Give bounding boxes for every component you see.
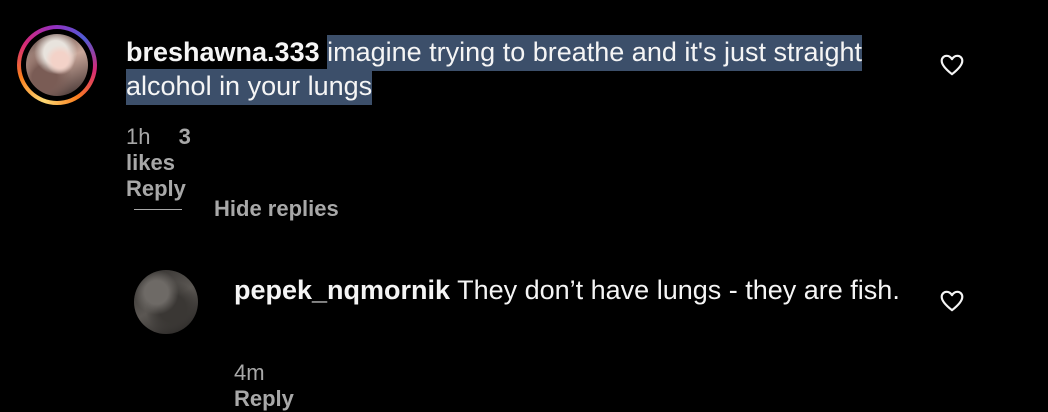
comment-timestamp: 1h (126, 124, 151, 149)
reply-username[interactable]: pepek_nqmornik (234, 275, 450, 305)
reply-reply-button[interactable]: Reply (234, 386, 294, 411)
reply-avatar[interactable] (134, 270, 198, 334)
divider-line (134, 208, 182, 210)
avatar-story-ring[interactable] (17, 25, 97, 105)
comment-text-block: breshawna.333 imagine trying to breathe … (126, 35, 916, 105)
comment-meta: 1h 3 likes Reply (126, 124, 208, 202)
like-heart-icon[interactable] (939, 52, 965, 78)
reply-timestamp: 4m (234, 360, 265, 385)
reply-text: They don’t have lungs - they are fish. (457, 275, 900, 305)
reply-meta: 4m Reply (234, 360, 316, 412)
hide-replies-label: Hide replies (214, 196, 339, 221)
comment-username[interactable]: breshawna.333 (126, 37, 320, 67)
avatar (26, 34, 88, 96)
reply-like-heart-icon[interactable] (939, 288, 965, 314)
reply-text-block: pepek_nqmornik They don’t have lungs - t… (234, 272, 914, 308)
hide-replies-button[interactable]: Hide replies (134, 196, 339, 222)
